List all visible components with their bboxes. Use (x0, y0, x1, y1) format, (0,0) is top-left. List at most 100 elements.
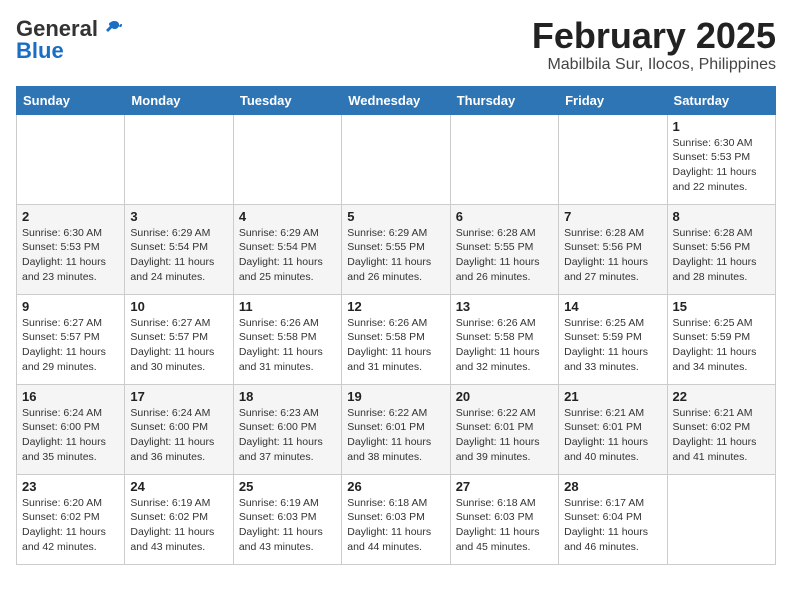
header-thursday: Thursday (450, 86, 558, 114)
day-info: Sunrise: 6:18 AM Sunset: 6:03 PM Dayligh… (347, 496, 444, 555)
day-info: Sunrise: 6:19 AM Sunset: 6:02 PM Dayligh… (130, 496, 227, 555)
day-number: 25 (239, 479, 336, 494)
day-info: Sunrise: 6:25 AM Sunset: 5:59 PM Dayligh… (564, 316, 661, 375)
calendar-cell (450, 114, 558, 204)
day-number: 12 (347, 299, 444, 314)
calendar-cell: 1 Sunrise: 6:30 AM Sunset: 5:53 PM Daylig… (667, 114, 775, 204)
day-number: 18 (239, 389, 336, 404)
day-number: 21 (564, 389, 661, 404)
header-monday: Monday (125, 86, 233, 114)
calendar-week-0: 1 Sunrise: 6:30 AM Sunset: 5:53 PM Daylig… (17, 114, 776, 204)
day-number: 15 (673, 299, 770, 314)
calendar-cell: 12 Sunrise: 6:26 AM Sunset: 5:58 PM Dayli… (342, 294, 450, 384)
day-number: 9 (22, 299, 119, 314)
day-info: Sunrise: 6:30 AM Sunset: 5:53 PM Dayligh… (22, 226, 119, 285)
day-info: Sunrise: 6:27 AM Sunset: 5:57 PM Dayligh… (22, 316, 119, 375)
day-number: 14 (564, 299, 661, 314)
calendar-cell: 11 Sunrise: 6:26 AM Sunset: 5:58 PM Dayli… (233, 294, 341, 384)
calendar-cell: 6 Sunrise: 6:28 AM Sunset: 5:55 PM Daylig… (450, 204, 558, 294)
day-info: Sunrise: 6:23 AM Sunset: 6:00 PM Dayligh… (239, 406, 336, 465)
calendar-cell: 9 Sunrise: 6:27 AM Sunset: 5:57 PM Daylig… (17, 294, 125, 384)
day-number: 1 (673, 119, 770, 134)
day-number: 26 (347, 479, 444, 494)
header-friday: Friday (559, 86, 667, 114)
calendar-header-row: SundayMondayTuesdayWednesdayThursdayFrid… (17, 86, 776, 114)
calendar-cell (559, 114, 667, 204)
day-number: 28 (564, 479, 661, 494)
calendar-cell: 8Sunrise: 6:28 AM Sunset: 5:56 PM Daylig… (667, 204, 775, 294)
header-wednesday: Wednesday (342, 86, 450, 114)
logo: General Blue (16, 16, 122, 64)
calendar-cell: 26 Sunrise: 6:18 AM Sunset: 6:03 PM Dayli… (342, 474, 450, 564)
day-info: Sunrise: 6:26 AM Sunset: 5:58 PM Dayligh… (239, 316, 336, 375)
day-info: Sunrise: 6:30 AM Sunset: 5:53 PM Dayligh… (673, 136, 770, 195)
header-tuesday: Tuesday (233, 86, 341, 114)
day-number: 3 (130, 209, 227, 224)
calendar-cell: 10 Sunrise: 6:27 AM Sunset: 5:57 PM Dayli… (125, 294, 233, 384)
calendar-cell: 20 Sunrise: 6:22 AM Sunset: 6:01 PM Dayli… (450, 384, 558, 474)
calendar-table: SundayMondayTuesdayWednesdayThursdayFrid… (16, 86, 776, 565)
calendar-cell: 5Sunrise: 6:29 AM Sunset: 5:55 PM Daylig… (342, 204, 450, 294)
day-info: Sunrise: 6:28 AM Sunset: 5:55 PM Dayligh… (456, 226, 553, 285)
day-number: 11 (239, 299, 336, 314)
day-info: Sunrise: 6:24 AM Sunset: 6:00 PM Dayligh… (22, 406, 119, 465)
day-number: 4 (239, 209, 336, 224)
header-saturday: Saturday (667, 86, 775, 114)
calendar-cell (17, 114, 125, 204)
day-info: Sunrise: 6:29 AM Sunset: 5:54 PM Dayligh… (239, 226, 336, 285)
title-block: February 2025 Mabilbila Sur, Ilocos, Phi… (532, 16, 776, 74)
calendar-cell (125, 114, 233, 204)
calendar-cell: 2 Sunrise: 6:30 AM Sunset: 5:53 PM Daylig… (17, 204, 125, 294)
day-number: 6 (456, 209, 553, 224)
day-number: 5 (347, 209, 444, 224)
day-number: 27 (456, 479, 553, 494)
calendar-cell: 27 Sunrise: 6:18 AM Sunset: 6:03 PM Dayli… (450, 474, 558, 564)
calendar-cell: 25Sunrise: 6:19 AM Sunset: 6:03 PM Dayli… (233, 474, 341, 564)
day-number: 7 (564, 209, 661, 224)
calendar-cell (342, 114, 450, 204)
day-info: Sunrise: 6:18 AM Sunset: 6:03 PM Dayligh… (456, 496, 553, 555)
calendar-cell: 14 Sunrise: 6:25 AM Sunset: 5:59 PM Dayli… (559, 294, 667, 384)
day-number: 24 (130, 479, 227, 494)
day-info: Sunrise: 6:29 AM Sunset: 5:54 PM Dayligh… (130, 226, 227, 285)
calendar-week-2: 9 Sunrise: 6:27 AM Sunset: 5:57 PM Daylig… (17, 294, 776, 384)
calendar-cell: 19 Sunrise: 6:22 AM Sunset: 6:01 PM Dayli… (342, 384, 450, 474)
calendar-cell: 24 Sunrise: 6:19 AM Sunset: 6:02 PM Dayli… (125, 474, 233, 564)
calendar-cell: 16 Sunrise: 6:24 AM Sunset: 6:00 PM Dayli… (17, 384, 125, 474)
calendar-week-4: 23 Sunrise: 6:20 AM Sunset: 6:02 PM Dayli… (17, 474, 776, 564)
day-number: 17 (130, 389, 227, 404)
day-info: Sunrise: 6:28 AM Sunset: 5:56 PM Dayligh… (564, 226, 661, 285)
day-number: 19 (347, 389, 444, 404)
day-info: Sunrise: 6:22 AM Sunset: 6:01 PM Dayligh… (456, 406, 553, 465)
day-info: Sunrise: 6:22 AM Sunset: 6:01 PM Dayligh… (347, 406, 444, 465)
header-sunday: Sunday (17, 86, 125, 114)
calendar-cell: 21Sunrise: 6:21 AM Sunset: 6:01 PM Dayli… (559, 384, 667, 474)
calendar-cell: 3 Sunrise: 6:29 AM Sunset: 5:54 PM Daylig… (125, 204, 233, 294)
day-info: Sunrise: 6:26 AM Sunset: 5:58 PM Dayligh… (347, 316, 444, 375)
day-info: Sunrise: 6:25 AM Sunset: 5:59 PM Dayligh… (673, 316, 770, 375)
calendar-week-3: 16 Sunrise: 6:24 AM Sunset: 6:00 PM Dayli… (17, 384, 776, 474)
calendar-cell: 15 Sunrise: 6:25 AM Sunset: 5:59 PM Dayli… (667, 294, 775, 384)
day-info: Sunrise: 6:24 AM Sunset: 6:00 PM Dayligh… (130, 406, 227, 465)
calendar-cell (667, 474, 775, 564)
calendar-cell: 22 Sunrise: 6:21 AM Sunset: 6:02 PM Dayli… (667, 384, 775, 474)
day-number: 8 (673, 209, 770, 224)
day-info: Sunrise: 6:27 AM Sunset: 5:57 PM Dayligh… (130, 316, 227, 375)
day-number: 13 (456, 299, 553, 314)
logo-bird-icon (100, 18, 122, 40)
day-number: 10 (130, 299, 227, 314)
calendar-cell: 4 Sunrise: 6:29 AM Sunset: 5:54 PM Daylig… (233, 204, 341, 294)
calendar-cell: 28Sunrise: 6:17 AM Sunset: 6:04 PM Dayli… (559, 474, 667, 564)
calendar-cell: 7 Sunrise: 6:28 AM Sunset: 5:56 PM Daylig… (559, 204, 667, 294)
day-number: 22 (673, 389, 770, 404)
day-number: 16 (22, 389, 119, 404)
calendar-cell: 23 Sunrise: 6:20 AM Sunset: 6:02 PM Dayli… (17, 474, 125, 564)
calendar-cell: 18 Sunrise: 6:23 AM Sunset: 6:00 PM Dayli… (233, 384, 341, 474)
day-number: 2 (22, 209, 119, 224)
day-number: 20 (456, 389, 553, 404)
day-info: Sunrise: 6:26 AM Sunset: 5:58 PM Dayligh… (456, 316, 553, 375)
day-info: Sunrise: 6:21 AM Sunset: 6:02 PM Dayligh… (673, 406, 770, 465)
day-info: Sunrise: 6:20 AM Sunset: 6:02 PM Dayligh… (22, 496, 119, 555)
day-number: 23 (22, 479, 119, 494)
page-header: General Blue February 2025 Mabilbila Sur… (16, 16, 776, 74)
